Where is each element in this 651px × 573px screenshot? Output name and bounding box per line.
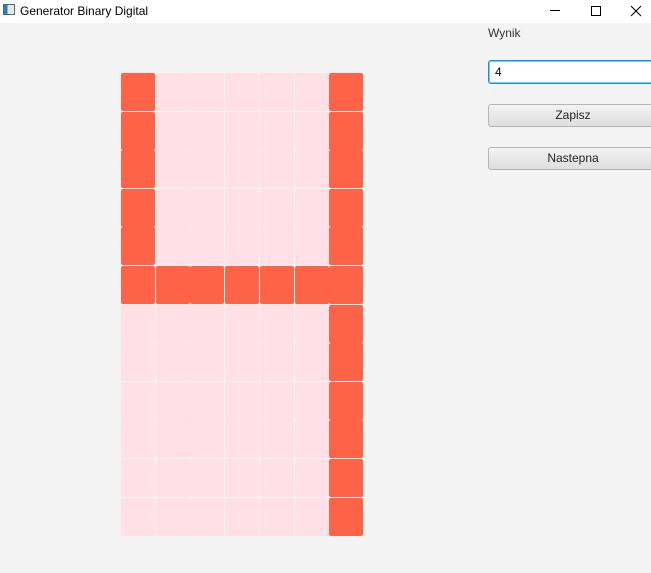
grid-cell[interactable]: [155, 459, 190, 497]
grid-cell[interactable]: [225, 381, 260, 420]
grid-cell[interactable]: [225, 266, 260, 304]
grid-cell[interactable]: [329, 420, 364, 459]
grid-cell[interactable]: [155, 497, 190, 536]
grid-cell[interactable]: [190, 343, 225, 382]
grid-cell[interactable]: [329, 150, 364, 189]
grid-cell[interactable]: [121, 343, 156, 382]
grid-cell[interactable]: [259, 227, 294, 266]
grid-cell[interactable]: [294, 227, 329, 266]
grid-cell[interactable]: [190, 304, 225, 343]
grid-cell[interactable]: [259, 420, 294, 459]
grid-cell[interactable]: [190, 497, 225, 536]
maximize-icon: [591, 6, 601, 16]
grid-cell[interactable]: [155, 381, 190, 420]
grid-cell[interactable]: [294, 420, 329, 459]
grid-cell[interactable]: [155, 111, 190, 150]
grid-cell[interactable]: [329, 266, 364, 304]
grid-cell[interactable]: [121, 73, 156, 111]
grid-cell[interactable]: [259, 459, 294, 497]
grid-cell[interactable]: [225, 111, 260, 150]
grid-cell[interactable]: [294, 497, 329, 536]
close-icon: [630, 5, 642, 17]
grid-cell[interactable]: [294, 73, 329, 111]
grid-cell[interactable]: [294, 381, 329, 420]
result-label: Wynik: [488, 26, 521, 40]
grid-cell[interactable]: [294, 266, 329, 304]
grid-cell[interactable]: [294, 459, 329, 497]
save-button[interactable]: Zapisz: [488, 104, 651, 127]
close-button[interactable]: [616, 0, 651, 23]
grid-cell[interactable]: [155, 266, 190, 304]
grid-cell[interactable]: [190, 150, 225, 189]
grid-cell[interactable]: [121, 266, 156, 304]
app-window: Generator Binary Digital Wynik Zapisz Na…: [0, 0, 651, 573]
grid-cell[interactable]: [259, 381, 294, 420]
grid-cell[interactable]: [259, 111, 294, 150]
grid-cell[interactable]: [190, 73, 225, 111]
grid-cell[interactable]: [329, 188, 364, 227]
grid-cell[interactable]: [329, 459, 364, 497]
grid-cell[interactable]: [155, 150, 190, 189]
grid-cell[interactable]: [294, 150, 329, 189]
grid-cell[interactable]: [225, 459, 260, 497]
grid-cell[interactable]: [259, 73, 294, 111]
grid-cell[interactable]: [259, 266, 294, 304]
grid-cell[interactable]: [190, 188, 225, 227]
grid-cell[interactable]: [190, 111, 225, 150]
grid-cell[interactable]: [121, 304, 156, 343]
grid-cell[interactable]: [259, 497, 294, 536]
minimize-button[interactable]: [535, 0, 575, 23]
grid-cell[interactable]: [190, 459, 225, 497]
grid-cell[interactable]: [190, 266, 225, 304]
grid-cell[interactable]: [294, 111, 329, 150]
grid-cell[interactable]: [329, 227, 364, 266]
grid-cell[interactable]: [155, 304, 190, 343]
grid-cell[interactable]: [225, 188, 260, 227]
grid-cell[interactable]: [225, 497, 260, 536]
grid-cell[interactable]: [225, 150, 260, 189]
grid-cell[interactable]: [259, 304, 294, 343]
grid-cell[interactable]: [121, 227, 156, 266]
next-button[interactable]: Nastepna: [488, 147, 651, 170]
grid-cell[interactable]: [121, 150, 156, 189]
grid-cell[interactable]: [329, 497, 364, 536]
grid-cell[interactable]: [121, 420, 156, 459]
grid-cell[interactable]: [155, 420, 190, 459]
grid-cell[interactable]: [155, 73, 190, 111]
minimize-icon: [550, 10, 560, 11]
grid-cell[interactable]: [225, 420, 260, 459]
title-bar[interactable]: Generator Binary Digital: [0, 0, 651, 23]
grid-cell[interactable]: [155, 343, 190, 382]
grid-cell[interactable]: [329, 343, 364, 382]
grid-cell[interactable]: [294, 304, 329, 343]
grid-cell[interactable]: [329, 111, 364, 150]
grid-cell[interactable]: [121, 497, 156, 536]
grid-cell[interactable]: [155, 227, 190, 266]
grid-cell[interactable]: [259, 343, 294, 382]
grid-cell[interactable]: [329, 304, 364, 343]
grid-cell[interactable]: [294, 343, 329, 382]
grid-cell[interactable]: [121, 111, 156, 150]
grid-cell[interactable]: [225, 343, 260, 382]
grid-cell[interactable]: [259, 188, 294, 227]
grid-cell[interactable]: [121, 459, 156, 497]
grid-cell[interactable]: [155, 188, 190, 227]
grid-cell[interactable]: [190, 381, 225, 420]
grid-cell[interactable]: [329, 73, 364, 111]
grid-cell[interactable]: [190, 420, 225, 459]
window-title: Generator Binary Digital: [20, 4, 149, 18]
grid-cell[interactable]: [225, 304, 260, 343]
result-input[interactable]: [488, 60, 651, 84]
app-window-icon: [3, 4, 15, 15]
grid-cell[interactable]: [190, 227, 225, 266]
grid-cell[interactable]: [121, 381, 156, 420]
grid-cell[interactable]: [225, 73, 260, 111]
grid-cell[interactable]: [259, 150, 294, 189]
grid-cell[interactable]: [329, 381, 364, 420]
grid-cell[interactable]: [294, 188, 329, 227]
grid-cell[interactable]: [225, 227, 260, 266]
grid-cell[interactable]: [121, 188, 156, 227]
maximize-button[interactable]: [576, 0, 616, 23]
